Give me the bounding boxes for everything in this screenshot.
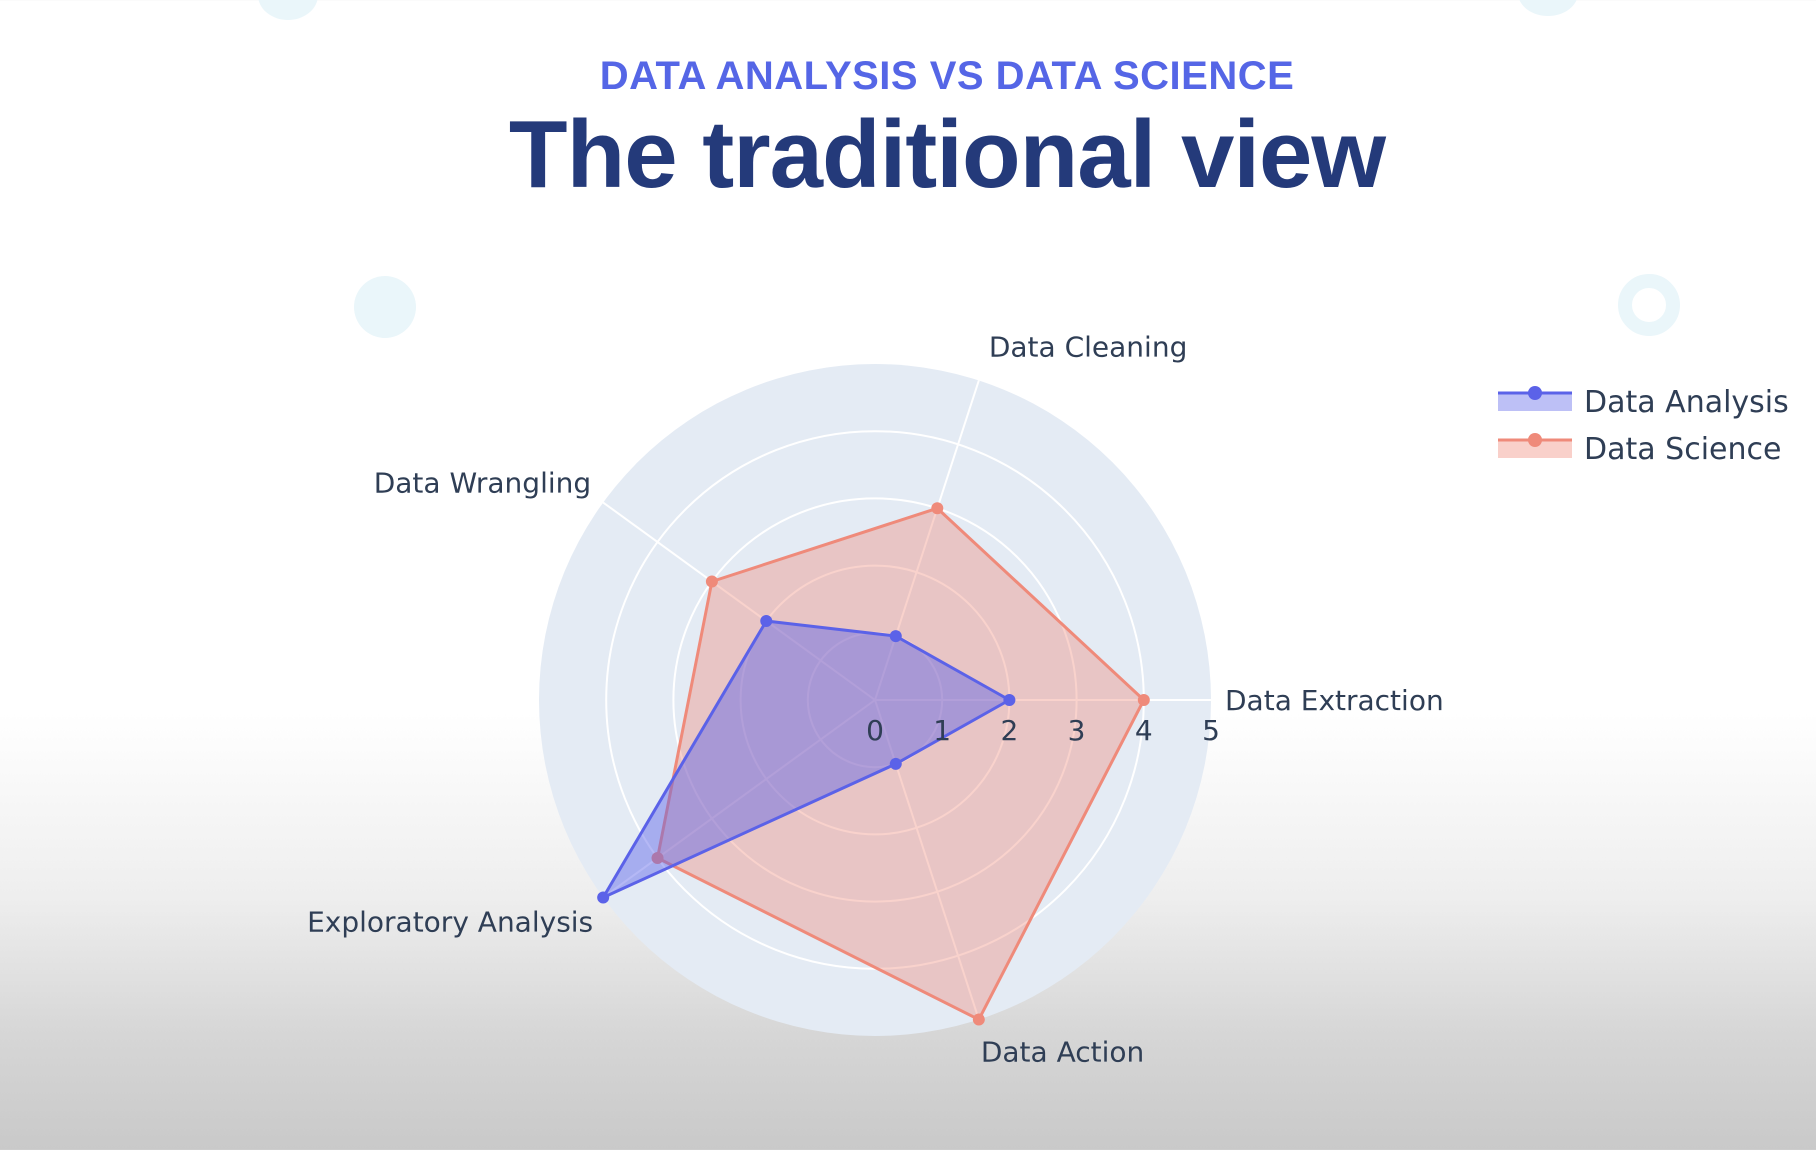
chart-legend: Data Analysis Data Science bbox=[1498, 385, 1789, 467]
radial-tick-label: 1 bbox=[933, 714, 951, 747]
radial-tick-label: 2 bbox=[1000, 714, 1018, 747]
category-label: Data Cleaning bbox=[989, 330, 1188, 363]
data-point-data-science bbox=[1137, 694, 1150, 706]
data-point-data-science bbox=[705, 575, 718, 588]
legend-label-data-analysis: Data Analysis bbox=[1584, 385, 1789, 420]
category-label: Data Wrangling bbox=[374, 467, 591, 500]
radial-tick-label: 4 bbox=[1135, 714, 1153, 747]
data-point-data-analysis bbox=[889, 630, 902, 643]
radial-tick-label: 0 bbox=[866, 714, 884, 747]
category-label: Exploratory Analysis bbox=[307, 905, 593, 938]
data-point-data-analysis bbox=[1003, 694, 1016, 706]
data-point-data-analysis bbox=[889, 757, 902, 770]
legend-label-data-science: Data Science bbox=[1584, 432, 1781, 467]
data-point-data-analysis bbox=[597, 891, 610, 904]
data-point-data-science bbox=[972, 1013, 985, 1026]
radial-tick-label: 3 bbox=[1068, 714, 1086, 747]
data-point-data-science bbox=[931, 502, 944, 515]
category-label: Data Action bbox=[981, 1036, 1144, 1069]
category-label: Data Extraction bbox=[1225, 684, 1444, 717]
legend-marker-data-analysis bbox=[1528, 386, 1542, 400]
data-point-data-analysis bbox=[760, 615, 773, 628]
radar-chart: 0 1 2 3 4 5Data Extraction Data Cleaning Data W… bbox=[307, 330, 1789, 1069]
radial-tick-label: 5 bbox=[1202, 714, 1220, 747]
legend-marker-data-science bbox=[1528, 433, 1542, 447]
